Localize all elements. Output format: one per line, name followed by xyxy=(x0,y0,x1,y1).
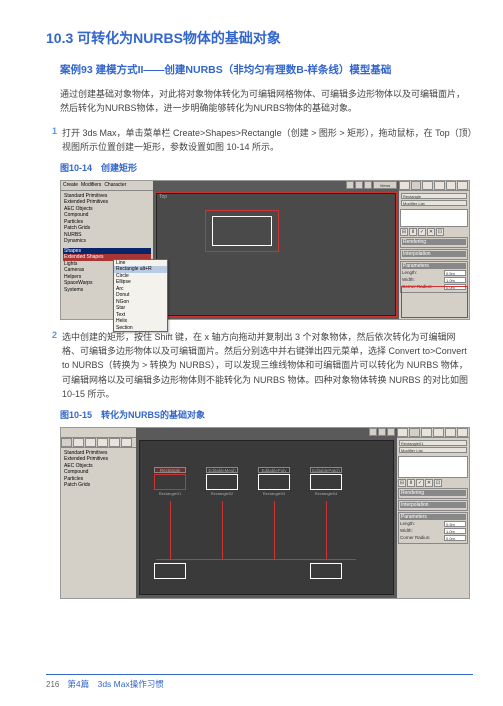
figure-label-15: 图10-15 转化为NURBS的基础对象 xyxy=(60,408,473,421)
tab[interactable] xyxy=(109,438,120,447)
axis-line xyxy=(156,559,356,560)
axis-line xyxy=(170,501,171,559)
viewport-icon[interactable] xyxy=(378,428,386,436)
object-rectangle[interactable]: Rectangle Rectangle01 xyxy=(154,467,186,496)
viewport-icon[interactable] xyxy=(369,428,377,436)
tab[interactable] xyxy=(422,181,433,190)
make-unique-icon[interactable]: ✓ xyxy=(418,228,426,236)
step-text-2: 选中创建的矩形，按住 Shift 键，在 x 轴方向拖动并复制出 3 个对象物体… xyxy=(62,330,473,402)
converted-rect xyxy=(154,563,186,579)
config-icon[interactable]: ⊡ xyxy=(434,479,442,487)
app-menu-bar[interactable] xyxy=(61,428,136,438)
axis-line xyxy=(274,501,275,559)
converted-rect xyxy=(310,563,342,579)
intro-text: 通过创建基础对象物体，对此将对象物体转化为可编辑网格物体、可编辑多边形物体以及可… xyxy=(60,87,473,116)
tab[interactable] xyxy=(61,438,72,447)
pin-stack-icon[interactable]: ⊟ xyxy=(400,228,408,236)
modifier-list-dropdown[interactable]: Modifier List xyxy=(401,200,467,206)
rollout-rendering[interactable]: Rendering xyxy=(402,239,466,245)
viewport-icon[interactable] xyxy=(364,181,372,189)
screenshot-10-14: CreateModifiersCharacter Standard Primit… xyxy=(60,180,470,320)
object-name-field[interactable]: Rectangle01 xyxy=(399,440,467,446)
tab[interactable] xyxy=(457,181,468,190)
viewport-icon[interactable] xyxy=(355,181,363,189)
page-footer: 216 第4篇 3ds Max操作习惯 xyxy=(0,674,503,690)
menu-item[interactable]: Patch Grids xyxy=(63,482,134,489)
axis-line xyxy=(326,501,327,559)
rollout-rendering[interactable]: Rendering xyxy=(400,490,466,496)
corner-radius-input[interactable]: 0.0m xyxy=(444,535,466,541)
make-unique-icon[interactable]: ✓ xyxy=(416,479,424,487)
pin-stack-icon[interactable]: ⊟ xyxy=(398,479,406,487)
red-highlight-rect xyxy=(205,210,279,252)
tab[interactable] xyxy=(421,428,432,437)
tab[interactable] xyxy=(445,428,456,437)
modify-panel: Rectangle Modifier List ⊟ Ⅱ ✓ ✕ ⊡ Render… xyxy=(399,181,469,319)
remove-icon[interactable]: ✕ xyxy=(425,479,433,487)
width-input[interactable]: 1.0m xyxy=(444,277,466,283)
length-input[interactable]: 0.5m xyxy=(444,270,466,276)
tab[interactable] xyxy=(97,438,108,447)
tab[interactable] xyxy=(85,438,96,447)
command-panel-left: Standard Primitives Extended Primitives … xyxy=(61,428,136,598)
shapes-submenu: Line Rectangle alt+R Circle Ellipse Arc … xyxy=(113,259,168,333)
param-label: Length: xyxy=(402,270,444,275)
remove-icon[interactable]: ✕ xyxy=(427,228,435,236)
panel-tabs xyxy=(399,181,469,191)
tab[interactable] xyxy=(409,428,420,437)
tab[interactable] xyxy=(434,181,445,190)
submenu-item[interactable]: Section xyxy=(114,325,167,332)
section-title: 10.3 可转化为NURBS物体的基础对象 xyxy=(46,28,473,48)
step-text-1: 打开 3ds Max，单击菜单栏 Create>Shapes>Rectangle… xyxy=(62,126,473,155)
param-label: Width: xyxy=(402,277,444,282)
param-label: Length: xyxy=(400,521,444,526)
rollout-interpolation[interactable]: Interpolation xyxy=(402,251,466,257)
width-input[interactable]: 1.0m xyxy=(444,528,466,534)
config-icon[interactable]: ⊡ xyxy=(436,228,444,236)
modify-panel: Rectangle01 Modifier List ⊟ Ⅱ ✓ ✕ ⊡ Rend… xyxy=(397,428,469,598)
step-number: 2 xyxy=(52,330,62,402)
param-label: Corner Radius: xyxy=(400,535,444,540)
red-highlight-params xyxy=(401,286,468,318)
page-number: 216 xyxy=(46,680,59,689)
tab[interactable] xyxy=(457,428,468,437)
show-icon[interactable]: Ⅱ xyxy=(407,479,415,487)
command-panel-left: CreateModifiersCharacter Standard Primit… xyxy=(61,181,153,319)
rollout-parameters[interactable]: Parameters xyxy=(400,514,466,520)
object-name-field[interactable]: Rectangle xyxy=(401,193,467,199)
rollout-parameters[interactable]: Parameters xyxy=(402,263,466,269)
tab-modify[interactable] xyxy=(411,181,422,190)
menu-item[interactable]: Dynamics xyxy=(63,238,151,245)
rollout-interpolation[interactable]: Interpolation xyxy=(400,502,466,508)
case-title: 案例93 建模方式II——创建NURBS（非均匀有理数B-样条线）模型基础 xyxy=(60,62,473,77)
tab[interactable] xyxy=(433,428,444,437)
viewport-top[interactable]: Rectangle Rectangle01 EditableMesh Recta… xyxy=(136,428,397,598)
tab-create[interactable] xyxy=(399,181,410,190)
object-editable-patch[interactable]: EditablePatch Rectangle04 xyxy=(310,467,342,496)
app-menu-bar[interactable]: CreateModifiersCharacter xyxy=(61,181,153,191)
views-icon[interactable]: Views xyxy=(373,181,397,189)
tab[interactable] xyxy=(446,181,457,190)
footer-text: 第4篇 3ds Max操作习惯 xyxy=(67,678,163,690)
viewport-top[interactable]: Views Top xyxy=(153,181,399,319)
tab[interactable] xyxy=(121,438,132,447)
figure-label-14: 图10-14 创建矩形 xyxy=(60,161,473,174)
viewport-icon[interactable] xyxy=(387,428,395,436)
screenshot-10-15: Standard Primitives Extended Primitives … xyxy=(60,427,470,599)
length-input[interactable]: 0.5m xyxy=(444,521,466,527)
object-editable-mesh[interactable]: EditableMesh Rectangle02 xyxy=(206,467,238,496)
tab[interactable] xyxy=(397,428,408,437)
modifier-list-dropdown[interactable]: Modifier List xyxy=(399,447,467,453)
param-label: Width: xyxy=(400,528,444,533)
object-editable-poly[interactable]: EditablePoly Rectangle03 xyxy=(258,467,290,496)
axis-line xyxy=(222,501,223,559)
step-number: 1 xyxy=(52,126,62,155)
tab[interactable] xyxy=(73,438,84,447)
viewport-icon[interactable] xyxy=(346,181,354,189)
show-icon[interactable]: Ⅱ xyxy=(409,228,417,236)
